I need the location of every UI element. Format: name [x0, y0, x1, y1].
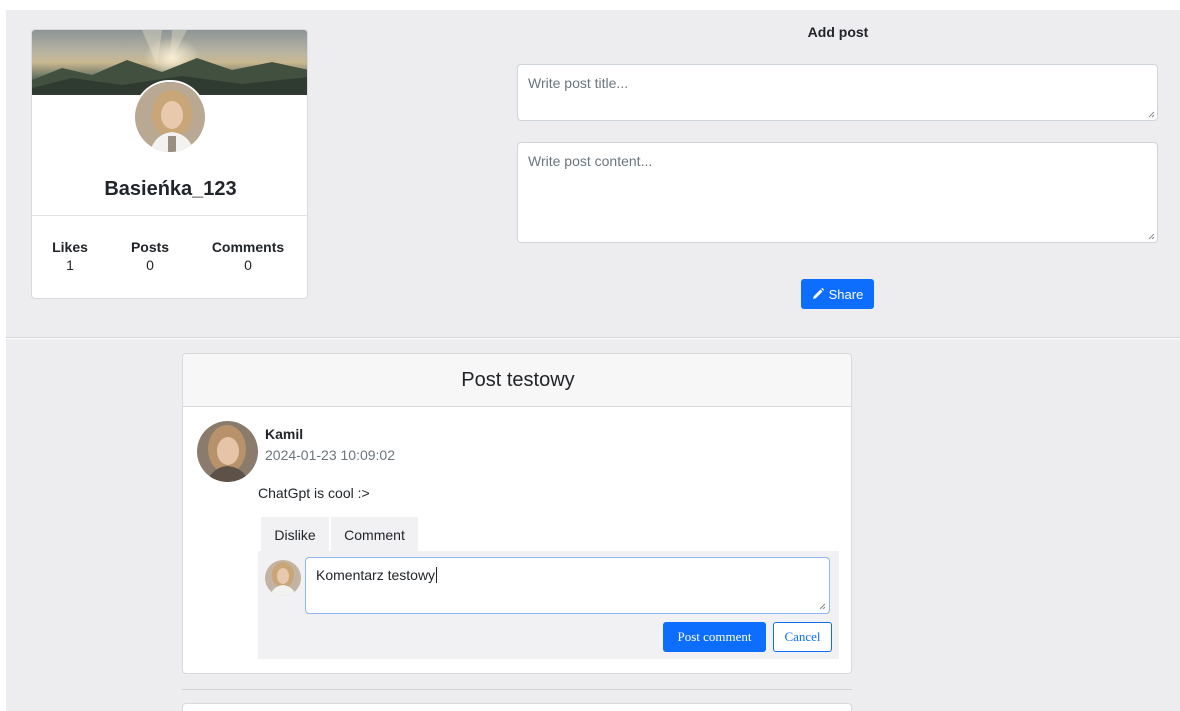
post-content-wrapper: [517, 142, 1158, 243]
stat-comments-value: 0: [244, 257, 252, 273]
stat-posts: Posts 0: [125, 239, 175, 275]
comment-form: Komentarz testowy Post comment Cancel: [258, 551, 839, 659]
post-body: ChatGpt is cool :>: [258, 485, 370, 501]
resize-handle-icon[interactable]: [1148, 111, 1155, 118]
profile-username: Basieńka_123: [104, 178, 237, 200]
add-post-heading: Add post: [807, 24, 869, 40]
post-content-input[interactable]: [517, 142, 1158, 243]
share-button-label: Share: [828, 286, 864, 302]
post-card: Post testowy Kamil 2024-01-23 10:09:02 C…: [182, 353, 852, 674]
commenter-avatar: [265, 560, 301, 596]
stat-posts-value: 0: [146, 257, 154, 273]
dislike-button[interactable]: Dislike: [261, 517, 329, 552]
resize-handle-icon[interactable]: [819, 603, 826, 610]
stat-posts-label: Posts: [130, 239, 170, 255]
post-separator: [182, 689, 852, 690]
text-caret: [436, 567, 438, 583]
post-title-wrapper: [517, 64, 1158, 121]
comment-input-value: Komentarz testowy: [316, 567, 436, 583]
resize-handle-icon[interactable]: [1148, 233, 1155, 240]
author-avatar[interactable]: [197, 421, 258, 482]
comment-input[interactable]: Komentarz testowy: [305, 557, 830, 614]
post-author[interactable]: Kamil: [265, 426, 303, 442]
post-title-input[interactable]: [517, 64, 1158, 121]
profile-avatar: [133, 80, 207, 154]
post-timestamp: 2024-01-23 10:09:02: [265, 447, 395, 463]
share-button[interactable]: Share: [801, 279, 874, 309]
pencil-icon: [812, 288, 824, 299]
next-post-card: [182, 703, 852, 711]
stat-likes-value: 1: [66, 257, 74, 273]
cancel-button[interactable]: Cancel: [773, 622, 832, 652]
post-title: Post testowy: [183, 354, 851, 407]
stat-comments: Comments 0: [208, 239, 288, 275]
post-comment-button[interactable]: Post comment: [663, 622, 766, 652]
stat-likes: Likes 1: [48, 239, 92, 275]
profile-card: Basieńka_123 Likes 1 Posts 0 Comments 0: [31, 29, 308, 299]
stat-likes-label: Likes: [52, 239, 88, 255]
comment-tab[interactable]: Comment: [331, 517, 418, 552]
card-divider: [32, 215, 307, 216]
stat-comments-label: Comments: [211, 239, 285, 255]
